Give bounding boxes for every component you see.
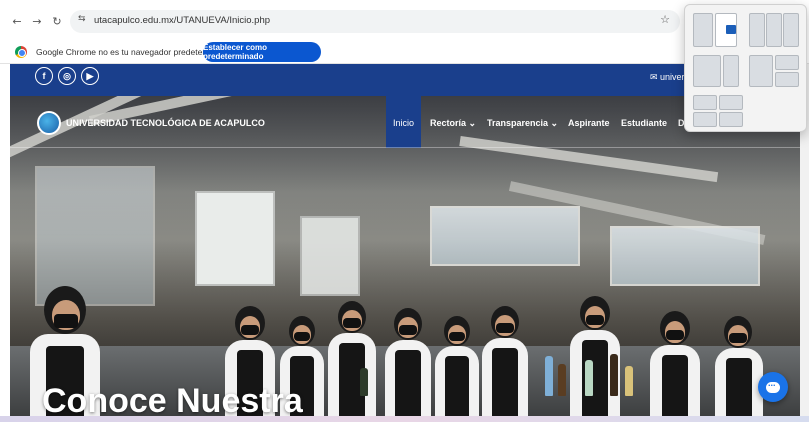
snap-zone[interactable]: [775, 55, 799, 70]
nav-estudiante[interactable]: Estudiante: [621, 118, 667, 128]
snap-zone[interactable]: [693, 112, 717, 127]
bookmark-star-icon[interactable]: ☆: [660, 13, 670, 26]
youtube-icon[interactable]: ▶: [81, 67, 99, 85]
snap-zone[interactable]: [693, 13, 713, 47]
omnibox[interactable]: ⇆ utacapulco.edu.mx/UTANUEVA/Inicio.php …: [70, 10, 680, 33]
hero-title: Conoce Nuestra: [42, 382, 303, 416]
site-logo-text[interactable]: UNIVERSIDAD TECNOLÓGICA DE ACAPULCO: [66, 118, 265, 128]
snap-zone[interactable]: [783, 13, 799, 47]
university-logo-icon[interactable]: [37, 111, 61, 135]
wall-board: [300, 216, 360, 296]
chat-icon: [766, 378, 780, 393]
web-page: f ◎ ▶ ✉ universi UNIVERSIDAD TECNOLÓGICA…: [10, 64, 800, 416]
wall-board: [195, 191, 275, 286]
student-figure: [435, 316, 479, 416]
navbar-divider: [10, 147, 800, 148]
bottle: [360, 368, 368, 396]
instagram-icon[interactable]: ◎: [58, 67, 76, 85]
window-panel: [35, 166, 155, 306]
ceiling-beam: [459, 136, 719, 183]
snap-zone[interactable]: [723, 55, 739, 87]
student-figure: [482, 306, 528, 416]
hero-banner: UNIVERSIDAD TECNOLÓGICA DE ACAPULCO Inic…: [10, 96, 800, 416]
window-panel: [430, 206, 580, 266]
snap-zone[interactable]: [719, 112, 743, 127]
bottle: [585, 360, 593, 396]
facebook-icon[interactable]: f: [35, 67, 53, 85]
nav-transparencia[interactable]: Transparencia ⌄: [487, 118, 558, 129]
chat-button[interactable]: [758, 372, 788, 402]
snap-layouts-flyout: [684, 4, 807, 132]
snap-zone[interactable]: [719, 95, 743, 110]
bottle: [545, 356, 553, 396]
forward-button[interactable]: →: [30, 14, 44, 28]
url-text[interactable]: utacapulco.edu.mx/UTANUEVA/Inicio.php: [94, 15, 270, 26]
bottle: [610, 354, 618, 396]
snap-zone[interactable]: [693, 95, 717, 110]
nav-rectoria[interactable]: Rectoría ⌄: [430, 118, 476, 129]
snap-zone[interactable]: [775, 72, 799, 87]
nav-aspirante[interactable]: Aspirante: [568, 118, 610, 128]
snap-zone[interactable]: [693, 55, 721, 87]
chrome-logo-icon: [15, 46, 27, 58]
student-figure: [328, 301, 376, 416]
set-default-button[interactable]: Establecer como predeterminado: [203, 42, 321, 62]
snap-zone[interactable]: [749, 55, 773, 87]
browser-window: ← → ↻ ⇆ utacapulco.edu.mx/UTANUEVA/Inici…: [0, 0, 809, 422]
snap-zone[interactable]: [766, 13, 782, 47]
snap-zone[interactable]: [749, 13, 765, 47]
nav-inicio[interactable]: Inicio: [393, 118, 414, 128]
window-panel: [610, 226, 760, 286]
reload-button[interactable]: ↻: [50, 14, 64, 28]
student-figure: [715, 316, 763, 416]
student-figure: [385, 308, 431, 416]
bottle: [558, 364, 566, 396]
word-icon: [726, 25, 736, 34]
bottle: [625, 366, 633, 396]
top-contact-bar: f ◎ ▶ ✉ universi: [10, 64, 800, 96]
back-button[interactable]: ←: [10, 14, 24, 28]
site-info-icon[interactable]: ⇆: [78, 14, 86, 24]
taskbar-strip: [0, 416, 809, 422]
student-figure: [650, 311, 700, 416]
